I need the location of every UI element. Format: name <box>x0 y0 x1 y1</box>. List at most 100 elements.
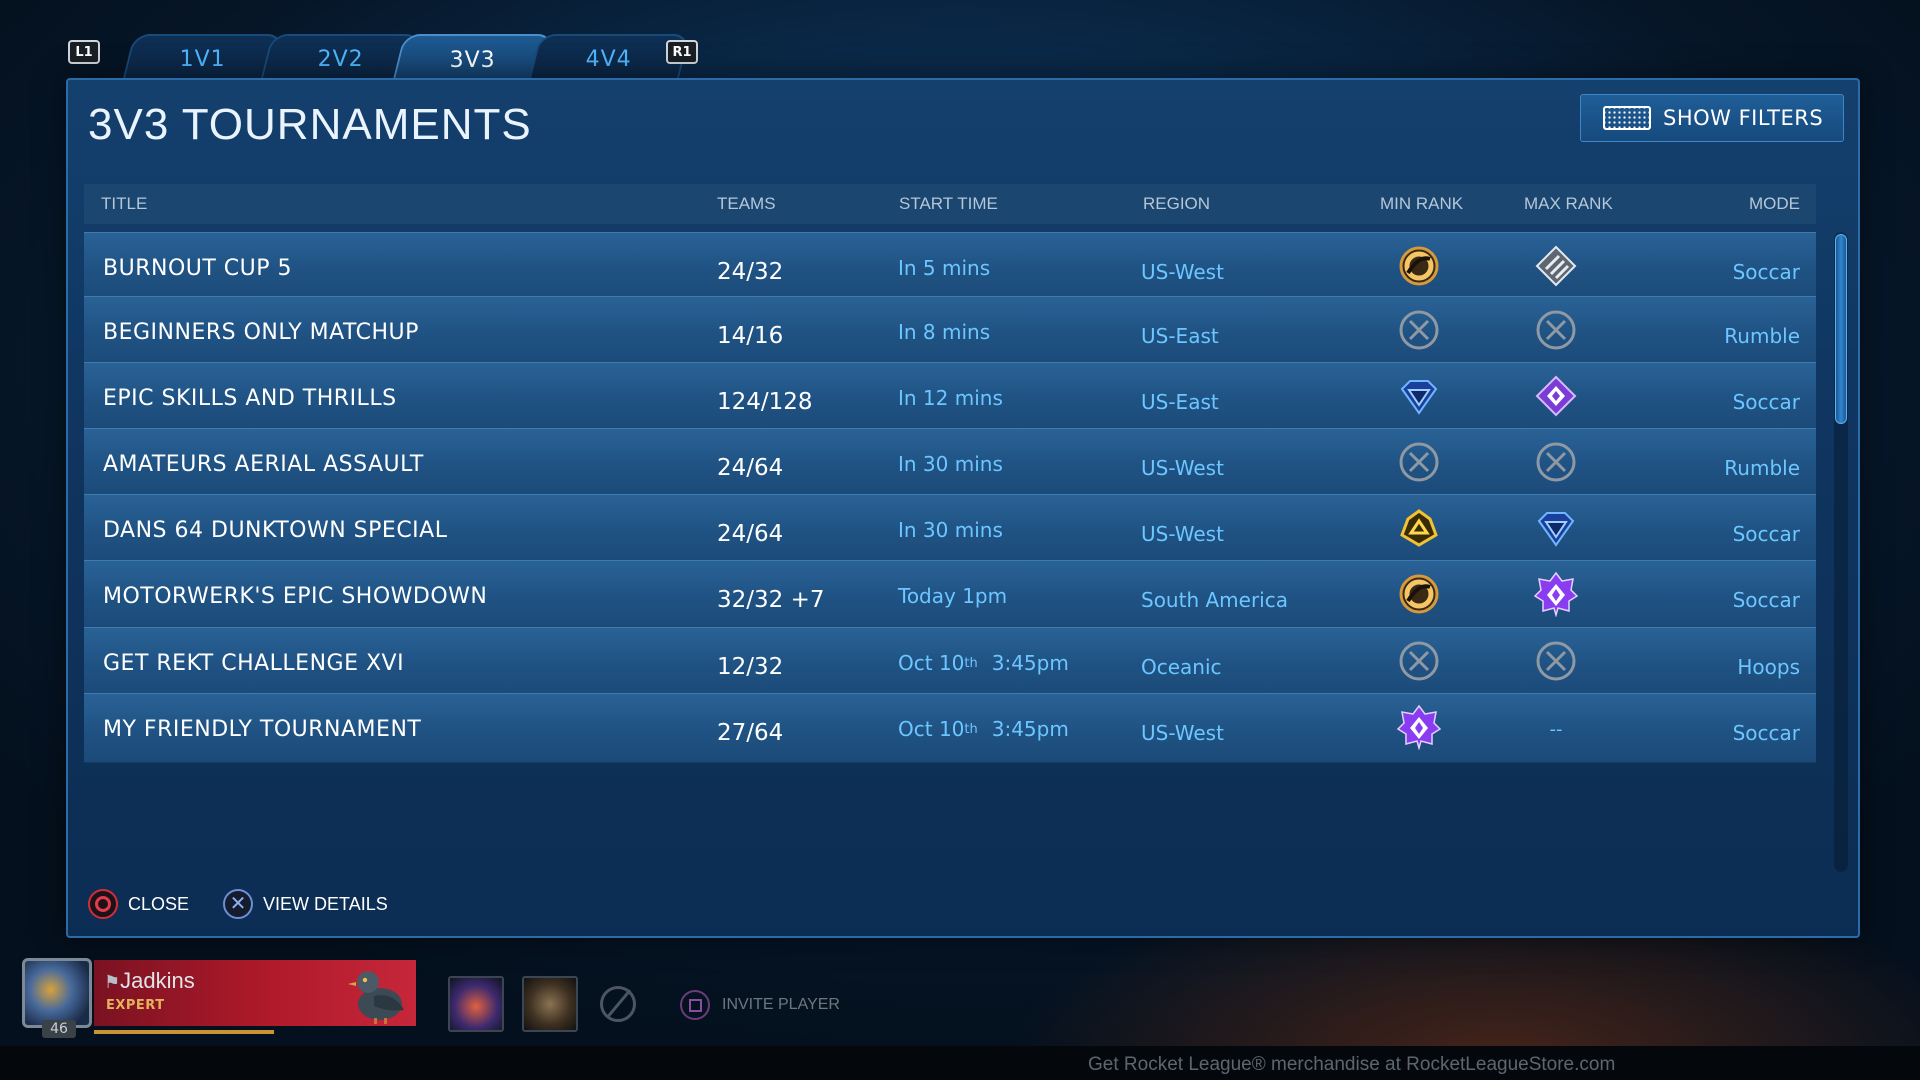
player-level: 46 <box>42 1020 76 1038</box>
start-clock-time: 3:45pm <box>991 717 1069 741</box>
view-details-button[interactable]: ✕ VIEW DETAILS <box>223 889 388 919</box>
start-time-text: Today 1pm <box>898 584 1008 608</box>
teams-count: 12/32 <box>717 654 784 680</box>
column-header-title[interactable]: TITLE <box>101 194 147 214</box>
table-row[interactable]: GET REKT CHALLENGE XVI 12/32 Oct 10th 3:45p… <box>84 627 1816 697</box>
table-row[interactable]: DANS 64 DUNKTOWN SPECIAL 24/64 In 30 mins U… <box>84 494 1816 564</box>
start-time: In 30 mins <box>898 429 1003 499</box>
game-mode: Soccar <box>1732 522 1800 546</box>
player-title: EXPERT <box>106 998 165 1013</box>
no-rank-icon <box>1533 439 1579 490</box>
no-max-rank: -- <box>1549 718 1563 740</box>
column-header-mode[interactable]: MODE <box>1749 194 1800 214</box>
silver-diamond-icon <box>1533 243 1579 294</box>
no-rank-icon <box>1533 638 1579 689</box>
party-member-slot[interactable] <box>448 976 504 1032</box>
teams-count: 32/32 +7 <box>717 587 825 613</box>
no-rank-icon <box>1396 439 1442 490</box>
tournament-title: MY FRIENDLY TOURNAMENT <box>103 716 422 742</box>
pigeon-icon <box>348 971 404 1024</box>
diamond-icon <box>1533 505 1579 556</box>
tab-1v1[interactable]: 1V1 <box>122 34 284 82</box>
keyboard-icon <box>1603 106 1651 130</box>
party-member-slot[interactable] <box>522 976 578 1032</box>
column-header-teams[interactable]: TEAMS <box>717 194 776 214</box>
column-header-start-time[interactable]: START TIME <box>899 194 998 214</box>
diamond-icon <box>1396 373 1442 424</box>
teams-count: 27/64 <box>717 720 784 746</box>
tournament-title: EPIC SKILLS AND THRILLS <box>103 385 397 411</box>
max-rank <box>1531 233 1581 303</box>
show-filters-label: SHOW FILTERS <box>1663 106 1824 130</box>
player-name-text: Jadkins <box>120 968 195 993</box>
table-row[interactable]: BEGINNERS ONLY MATCHUP 14/16 In 8 mins US-E… <box>84 296 1816 366</box>
teams-count: 14/16 <box>717 323 784 349</box>
table-row[interactable]: MY FRIENDLY TOURNAMENT 27/64 Oct 10th 3:45p… <box>84 693 1816 763</box>
close-label: CLOSE <box>128 893 190 914</box>
game-mode: Soccar <box>1732 721 1800 745</box>
table-row[interactable]: EPIC SKILLS AND THRILLS 124/128 In 12 mins… <box>84 362 1816 432</box>
table-row[interactable]: AMATEURS AERIAL ASSAULT 24/64 In 30 mins US… <box>84 428 1816 498</box>
min-rank <box>1394 429 1444 499</box>
show-filters-button[interactable]: SHOW FILTERS <box>1580 94 1844 142</box>
start-time-text: In 8 mins <box>898 320 991 344</box>
scrollbar-thumb[interactable] <box>1835 234 1847 424</box>
region: US-East <box>1141 324 1219 348</box>
start-time-text: In 30 mins <box>898 518 1003 542</box>
region: South America <box>1141 588 1288 612</box>
champion-icon <box>1533 373 1579 424</box>
column-header-region[interactable]: REGION <box>1143 194 1210 214</box>
avatar <box>22 958 92 1028</box>
tab-label: 3V3 <box>449 47 496 73</box>
flag-icon: ⚑ <box>104 972 121 992</box>
grand-champion-icon <box>1533 571 1579 622</box>
r1-shoulder-icon[interactable]: R1 <box>666 40 698 64</box>
max-rank: -- <box>1531 694 1581 764</box>
close-button[interactable]: CLOSE <box>88 889 189 919</box>
invite-player-button[interactable]: INVITE PLAYER <box>680 990 840 1020</box>
table-header: TITLE TEAMS START TIME REGION MIN RANK M… <box>84 184 1816 224</box>
l1-shoulder-icon[interactable]: L1 <box>68 40 100 64</box>
table-row[interactable]: MOTORWERK'S EPIC SHOWDOWN 32/32 +7 Today 1… <box>84 560 1816 630</box>
game-mode: Rumble <box>1724 324 1800 348</box>
no-rank-icon <box>1396 307 1442 358</box>
merchandise-notice: Get Rocket League® merchandise at Rocket… <box>1088 1054 1616 1075</box>
invite-player-label: INVITE PLAYER <box>722 996 840 1013</box>
max-rank <box>1531 495 1581 565</box>
region: US-West <box>1141 456 1224 480</box>
player-card[interactable]: 46 ⚑Jadkins EXPERT <box>20 958 418 1038</box>
start-time: Oct 10th 3:45pm <box>898 628 1069 698</box>
column-header-min-rank[interactable]: MIN RANK <box>1380 194 1463 214</box>
teams-count: 24/64 <box>717 521 784 547</box>
playlist-tab-bar: L1 1V1 2V2 3V3 4V4 R1 <box>68 32 708 84</box>
xp-progress-bar <box>94 1030 274 1034</box>
start-time-text: In 12 mins <box>898 386 1003 410</box>
tournament-title: MOTORWERK'S EPIC SHOWDOWN <box>103 583 488 609</box>
region: US-West <box>1141 721 1224 745</box>
no-rank-icon <box>1533 307 1579 358</box>
start-time-text: In 5 mins <box>898 256 991 280</box>
region: US-West <box>1141 522 1224 546</box>
min-rank <box>1394 297 1444 367</box>
min-rank <box>1394 363 1444 433</box>
no-rank-icon <box>1396 638 1442 689</box>
grand-champion-icon <box>1396 704 1442 755</box>
game-mode: Soccar <box>1732 390 1800 414</box>
tournament-title: AMATEURS AERIAL ASSAULT <box>103 451 424 477</box>
teams-count: 24/64 <box>717 455 784 481</box>
min-rank <box>1394 233 1444 303</box>
page-title: 3V3 TOURNAMENTS <box>88 100 532 149</box>
column-header-max-rank[interactable]: MAX RANK <box>1524 194 1613 214</box>
square-button-icon <box>680 990 710 1020</box>
start-time: Today 1pm <box>898 561 1007 631</box>
tournaments-panel: 3V3 TOURNAMENTS SHOW FILTERS TITLE TEAMS… <box>66 78 1860 938</box>
platinum-ring-icon <box>1396 571 1442 622</box>
start-time: In 5 mins <box>898 233 990 303</box>
footer-controls: CLOSE ✕ VIEW DETAILS <box>88 886 422 922</box>
empty-slot-icon <box>600 986 636 1022</box>
tab-label: 4V4 <box>585 46 632 72</box>
table-row[interactable]: BURNOUT CUP 5 24/32 In 5 mins US-West Soccar <box>84 232 1816 302</box>
max-rank <box>1531 561 1581 631</box>
start-time: In 8 mins <box>898 297 990 367</box>
date-suffix: th <box>964 721 978 737</box>
